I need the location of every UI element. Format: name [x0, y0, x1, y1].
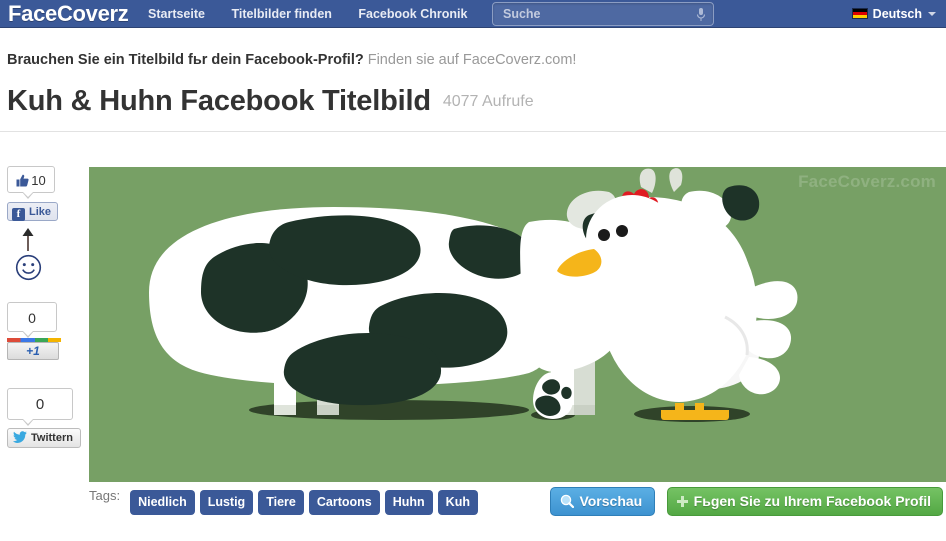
search-input[interactable] — [501, 3, 683, 25]
facebook-like-count: 10 — [31, 173, 46, 188]
tags-label: Tags: — [89, 488, 121, 503]
arrow-up-icon — [22, 228, 34, 251]
nav-item-facebook-chronik[interactable]: Facebook Chronik — [358, 0, 467, 28]
top-navigation-bar: FaceCoverz Startseite Titelbilder finden… — [0, 0, 946, 28]
thumbs-up-icon — [16, 174, 29, 187]
smiley-face-icon — [15, 254, 42, 281]
page-title: Kuh & Huhn Facebook Titelbild — [7, 85, 431, 117]
tag-niedlich[interactable]: Niedlich — [130, 490, 195, 515]
facebook-like-button[interactable]: f Like — [7, 202, 59, 221]
nav-item-titelbilder-finden[interactable]: Titelbilder finden — [231, 0, 331, 28]
tag-cartoons[interactable]: Cartoons — [308, 490, 380, 515]
search-box[interactable] — [492, 2, 714, 26]
magnifier-icon — [561, 494, 575, 508]
twitter-count-bubble: 0 — [7, 388, 73, 426]
preview-label: Vorschau — [579, 493, 643, 509]
title-row: Kuh & Huhn Facebook Titelbild 4077 Aufruf… — [7, 85, 534, 118]
tag-kuh[interactable]: Kuh — [437, 490, 478, 515]
tag-lustig[interactable]: Lustig — [199, 490, 254, 515]
plus-icon — [676, 496, 688, 507]
microphone-icon[interactable] — [697, 7, 705, 23]
facebook-f-icon: f — [12, 208, 25, 221]
cover-image[interactable]: FaceCoverz.com — [89, 167, 946, 482]
facebook-like-label: Like — [29, 206, 52, 218]
title-divider — [0, 131, 946, 132]
googleplus-plusone-label: +1 — [26, 344, 40, 358]
nav-item-startseite[interactable]: Startseite — [148, 0, 205, 28]
facebook-like-count-bubble: 10 — [7, 166, 55, 199]
twitter-bird-icon — [13, 431, 27, 443]
cow-and-chicken-illustration — [149, 168, 798, 422]
tag-huhn[interactable]: Huhn — [384, 490, 433, 515]
action-buttons: Vorschau Fьgen Sie zu Ihrem Facebook Pro… — [550, 487, 943, 516]
site-logo[interactable]: FaceCoverz — [8, 0, 129, 28]
preview-button[interactable]: Vorschau — [550, 487, 656, 516]
googleplus-plusone-button[interactable]: +1 — [7, 342, 59, 360]
twitter-share-label: Twittern — [31, 432, 73, 444]
german-flag-icon — [851, 8, 868, 19]
add-to-facebook-profile-label: Fьgen Sie zu Ihrem Facebook Profil — [693, 493, 931, 509]
chevron-down-icon — [928, 12, 936, 16]
add-to-facebook-profile-button[interactable]: Fьgen Sie zu Ihrem Facebook Profil — [666, 487, 943, 516]
view-count: 4077 Aufrufe — [442, 93, 534, 110]
main-nav: Startseite Titelbilder finden Facebook C… — [148, 0, 489, 28]
tagline-rest: Finden sie auf FaceCoverz.com! — [363, 52, 577, 68]
site-tagline: Brauchen Sie ein Titelbild fьr dein Face… — [7, 52, 576, 68]
googleplus-count-bubble: 0 — [7, 302, 57, 338]
googleplus-count: 0 — [28, 310, 36, 326]
twitter-count: 0 — [35, 396, 45, 413]
language-selector[interactable]: Deutsch — [851, 0, 936, 28]
tags-row: Tags: Niedlich Lustig Tiere Cartoons Huhn Kuh — [89, 488, 483, 518]
tagline-bold: Brauchen Sie ein Titelbild fьr dein Face… — [7, 52, 364, 68]
twitter-share-button[interactable]: Twittern — [7, 428, 81, 448]
tag-tiere[interactable]: Tiere — [258, 490, 304, 515]
language-label: Deutsch — [872, 7, 922, 21]
